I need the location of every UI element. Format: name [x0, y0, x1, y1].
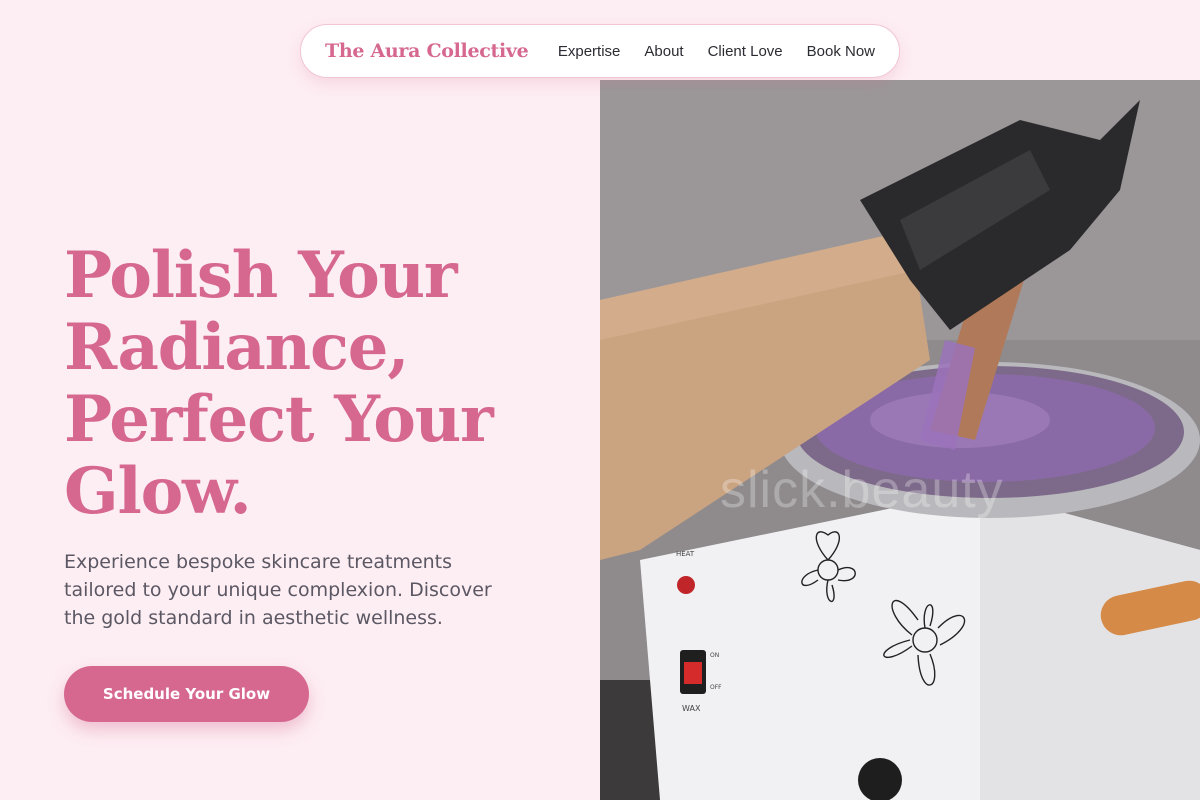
brand-logo[interactable]: The Aura Collective [325, 40, 529, 62]
hero-image: HEAT ON OFF WAX slick.beauty [600, 80, 1200, 800]
headline-line-2: Radiance, [64, 310, 410, 385]
wax-warmer-illustration [600, 80, 1200, 800]
nav-link-client-love[interactable]: Client Love [708, 43, 783, 60]
hero-subtext: Experience bespoke skincare treatments t… [64, 551, 492, 629]
nav-link-about[interactable]: About [644, 43, 683, 60]
headline-line-1: Polish Your [64, 238, 458, 313]
headline-line-4: Glow. [64, 454, 252, 529]
device-label-heat: HEAT [676, 550, 695, 558]
image-watermark: slick.beauty [720, 461, 1004, 519]
top-navigation: The Aura Collective Expertise About Clie… [300, 24, 900, 78]
nav-link-expertise[interactable]: Expertise [558, 43, 621, 60]
nav-link-book-now[interactable]: Book Now [807, 43, 875, 60]
schedule-your-glow-button[interactable]: Schedule Your Glow [64, 666, 309, 722]
headline-line-3: Perfect Your [64, 382, 494, 457]
device-label-wax: WAX [682, 704, 701, 713]
device-label-on: ON [710, 652, 720, 659]
hero-content: Polish Your Radiance, Perfect Your Glow.… [64, 240, 584, 632]
hero-headline: Polish Your Radiance, Perfect Your Glow. [64, 240, 584, 528]
device-label-off: OFF [710, 684, 722, 691]
nav-links: Expertise About Client Love Book Now [558, 43, 875, 60]
